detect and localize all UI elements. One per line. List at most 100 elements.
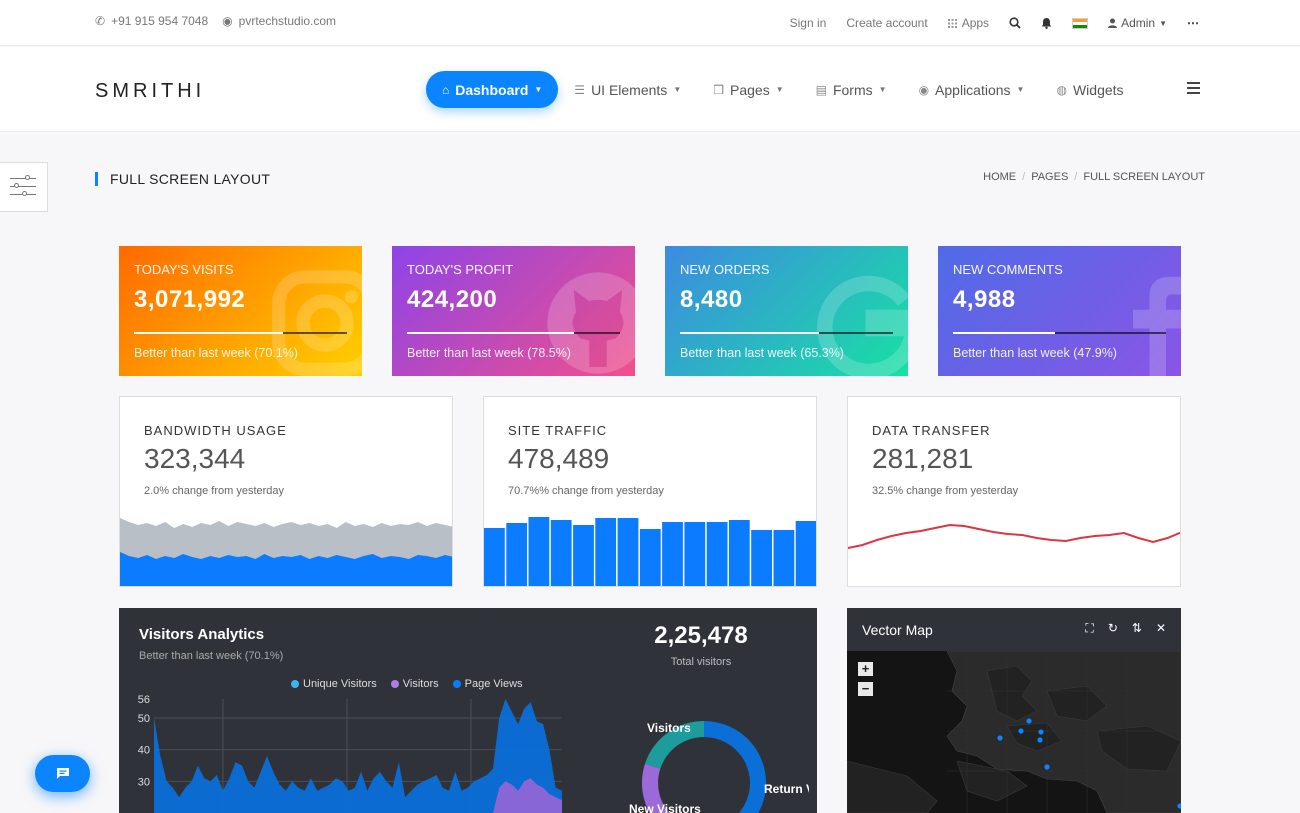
traffic-bar (639, 529, 661, 586)
stat-progress-fill (134, 332, 284, 334)
chat-button[interactable] (35, 755, 90, 792)
breadcrumb-current: FULL SCREEN LAYOUT (1083, 171, 1205, 183)
visitors-donut-chart: Visitors Return Visitors New Visitors (629, 721, 809, 813)
collapse-icon[interactable]: ⇅ (1132, 621, 1142, 636)
nav-forms-label: Forms (832, 81, 873, 98)
stat-note: Better than last week (70.1%) (134, 346, 298, 360)
admin-label: Admin (1121, 16, 1156, 30)
bell-icon[interactable] (1041, 17, 1052, 29)
apps-grid-icon (947, 18, 957, 28)
list-icon: ☰ (574, 82, 586, 97)
refresh-icon[interactable]: ↻ (1108, 621, 1118, 636)
book-icon: ❒ (713, 82, 724, 97)
chart-legend: Unique Visitors Visitors Page Views (291, 678, 523, 690)
website-text: pvrtechstudio.com (238, 14, 337, 28)
stat-label: TODAY'S VISITS (134, 262, 234, 277)
panel-tools: ⛶ ↻ ⇅ ✕ (1085, 621, 1166, 636)
legend-item[interactable]: Unique Visitors (291, 678, 377, 690)
traffic-bar (662, 522, 683, 586)
stat-progress-bar (407, 332, 620, 334)
page-title: FULL SCREEN LAYOUT (95, 172, 270, 186)
sign-in-link[interactable]: Sign in (790, 16, 827, 30)
legend-label: Page Views (464, 678, 523, 690)
stat-progress-bar (134, 332, 347, 334)
breadcrumb-separator: / (1074, 171, 1078, 183)
topbar: ✆ +91 915 954 7048 ◉ pvrtechstudio.com S… (0, 0, 1300, 46)
total-visitors-value: 2,25,478 (654, 622, 748, 649)
y-tick-label: 50 (138, 713, 150, 725)
zoom-out-button[interactable]: − (858, 682, 873, 696)
chevron-down-icon: ▼ (1016, 85, 1025, 94)
stat-progress-bar (680, 332, 893, 334)
nav-dashboard[interactable]: ⌂ Dashboard ▼ (426, 71, 559, 108)
breadcrumb-home[interactable]: HOME (983, 171, 1016, 183)
nav-pages[interactable]: ❒ Pages ▼ (697, 71, 799, 108)
breadcrumb-pages[interactable]: PAGES (1031, 171, 1068, 183)
nav-dashboard-label: Dashboard (455, 81, 529, 98)
apps-label: Apps (961, 16, 990, 30)
create-account-link[interactable]: Create account (846, 16, 927, 30)
search-icon[interactable] (1009, 17, 1021, 29)
card-note: 32.5% change from yesterday (872, 485, 1019, 497)
vector-map-title: Vector Map (862, 622, 933, 638)
card-value: 478,489 (508, 443, 610, 474)
expand-icon[interactable]: ⛶ (1085, 621, 1093, 636)
stat-progress-fill (680, 332, 820, 334)
world-map[interactable] (847, 651, 1181, 813)
nav-applications-label: Applications (935, 81, 1011, 98)
stat-value: 8,480 (680, 286, 743, 313)
zoom-in-button[interactable]: + (858, 662, 873, 676)
y-tick-label: 56 (138, 694, 150, 706)
apps-menu[interactable]: Apps (947, 16, 990, 30)
stat-note: Better than last week (47.9%) (953, 346, 1117, 360)
more-icon[interactable]: ⋯ (1187, 16, 1200, 30)
card-note: 70.7%% change from yesterday (508, 485, 664, 497)
traffic-bar (595, 518, 617, 586)
stat-value: 3,071,992 (134, 286, 246, 313)
card-title: DATA TRANSFER (872, 423, 991, 438)
stat-note: Better than last week (78.5%) (407, 346, 571, 360)
bandwidth-area-chart (120, 518, 452, 586)
close-icon[interactable]: ✕ (1156, 621, 1166, 636)
phone-icon: ✆ (95, 14, 106, 28)
card-title: BANDWIDTH USAGE (144, 423, 287, 438)
nav-forms[interactable]: ▤ Forms ▼ (800, 71, 903, 108)
widget-icon: ◍ (1056, 82, 1067, 97)
bandwidth-usage-card: BANDWIDTH USAGE 323,344 2.0% change from… (119, 396, 453, 587)
website-contact: ◉ pvrtechstudio.com (222, 14, 336, 28)
card-note: 2.0% change from yesterday (144, 485, 285, 497)
stat-value: 4,988 (953, 286, 1016, 313)
admin-menu[interactable]: Admin ▼ (1108, 16, 1167, 30)
stat-label: NEW COMMENTS (953, 262, 1063, 277)
stat-value: 424,200 (407, 286, 498, 313)
stat-label: NEW ORDERS (680, 262, 770, 277)
chevron-down-icon: ▼ (673, 85, 682, 94)
nav-ui-elements[interactable]: ☰ UI Elements ▼ (558, 71, 697, 108)
chevron-down-icon: ▼ (534, 85, 543, 94)
nav-pages-label: Pages (730, 81, 770, 98)
traffic-bar (684, 522, 706, 586)
logo[interactable]: SMRITHI (95, 80, 205, 103)
donut-label: Visitors (647, 721, 691, 735)
analytics-subtitle: Better than last week (70.1%) (139, 650, 284, 662)
breadcrumb: HOME / PAGES / FULL SCREEN LAYOUT (983, 171, 1205, 183)
legend-item[interactable]: Visitors (390, 678, 439, 690)
nav-applications[interactable]: ◉ Applications ▼ (903, 71, 1041, 108)
stat-progress-fill (953, 332, 1056, 334)
donut-label: Return Visitors (764, 782, 809, 796)
legend-item[interactable]: Page Views (452, 678, 523, 690)
traffic-bar (550, 520, 572, 586)
legend-label: Unique Visitors (303, 678, 377, 690)
globe-icon: ◉ (222, 14, 233, 28)
nav-widgets[interactable]: ◍ Widgets (1040, 71, 1139, 108)
hamburger-menu-icon[interactable] (1187, 82, 1200, 94)
legend-dot (452, 680, 461, 688)
card-title: SITE TRAFFIC (508, 423, 608, 438)
phone-contact: ✆ +91 915 954 7048 (95, 14, 208, 28)
analytics-title: Visitors Analytics (139, 626, 265, 643)
main-nav: ⌂ Dashboard ▼ ☰ UI Elements ▼ ❒ Pages ▼ … (426, 71, 1140, 108)
settings-sliders-icon[interactable] (0, 162, 48, 212)
total-visitors-label: Total visitors (670, 656, 732, 668)
india-flag-icon[interactable] (1072, 17, 1089, 29)
donut-label: New Visitors (629, 802, 701, 813)
